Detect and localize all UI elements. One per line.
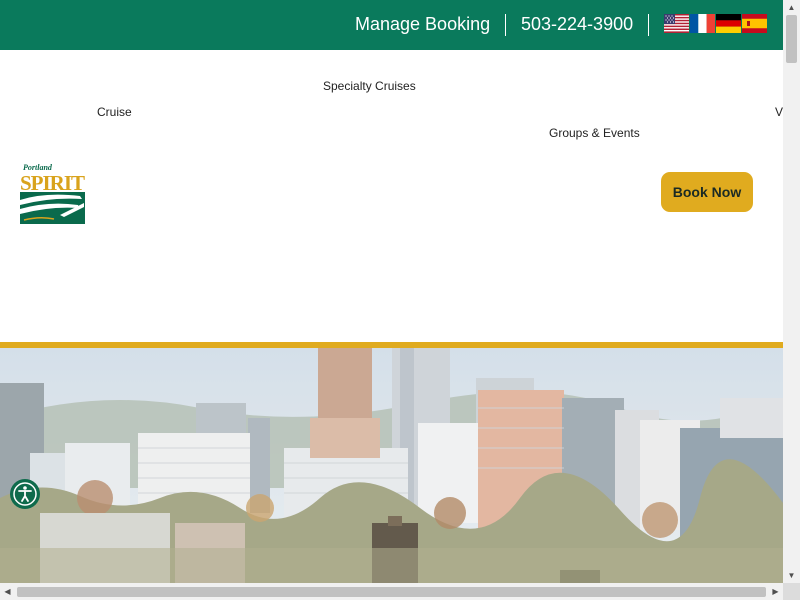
nav-specialty-cruises[interactable]: Specialty Cruises <box>323 79 416 93</box>
book-now-button[interactable]: Book Now <box>661 172 753 212</box>
topbar-divider <box>648 14 649 36</box>
spain-flag-icon[interactable] <box>742 14 767 33</box>
us-flag-icon[interactable] <box>664 14 689 33</box>
nav-item-cut-off[interactable]: V <box>775 105 783 119</box>
nav-cruise[interactable]: Cruise <box>97 105 132 119</box>
scroll-right-icon[interactable]: ▶ <box>768 583 783 600</box>
accessibility-icon[interactable] <box>10 479 40 509</box>
svg-text:SPIRIT: SPIRIT <box>20 171 85 195</box>
germany-flag-icon[interactable] <box>716 14 741 33</box>
horizontal-scroll-thumb[interactable] <box>17 587 766 597</box>
vertical-scroll-thumb[interactable] <box>786 15 797 63</box>
scroll-left-icon[interactable]: ◀ <box>0 583 15 600</box>
france-flag-icon[interactable] <box>690 14 715 33</box>
page-viewport: Manage Booking 503-224-3900 Specialty Cr… <box>0 0 783 583</box>
phone-link[interactable]: 503-224-3900 <box>521 12 633 36</box>
hero-skyline-image <box>0 348 783 583</box>
scroll-up-icon[interactable]: ▲ <box>783 0 800 15</box>
topbar-divider <box>505 14 506 36</box>
nav-groups-events[interactable]: Groups & Events <box>549 126 640 140</box>
manage-booking-link[interactable]: Manage Booking <box>355 12 490 36</box>
scrollbar-corner <box>783 583 800 600</box>
portland-spirit-logo-icon[interactable]: Portland SPIRIT <box>20 163 86 225</box>
vertical-scrollbar[interactable] <box>783 0 800 583</box>
top-bar: Manage Booking 503-224-3900 <box>0 0 783 50</box>
scroll-down-icon[interactable]: ▼ <box>783 568 800 583</box>
